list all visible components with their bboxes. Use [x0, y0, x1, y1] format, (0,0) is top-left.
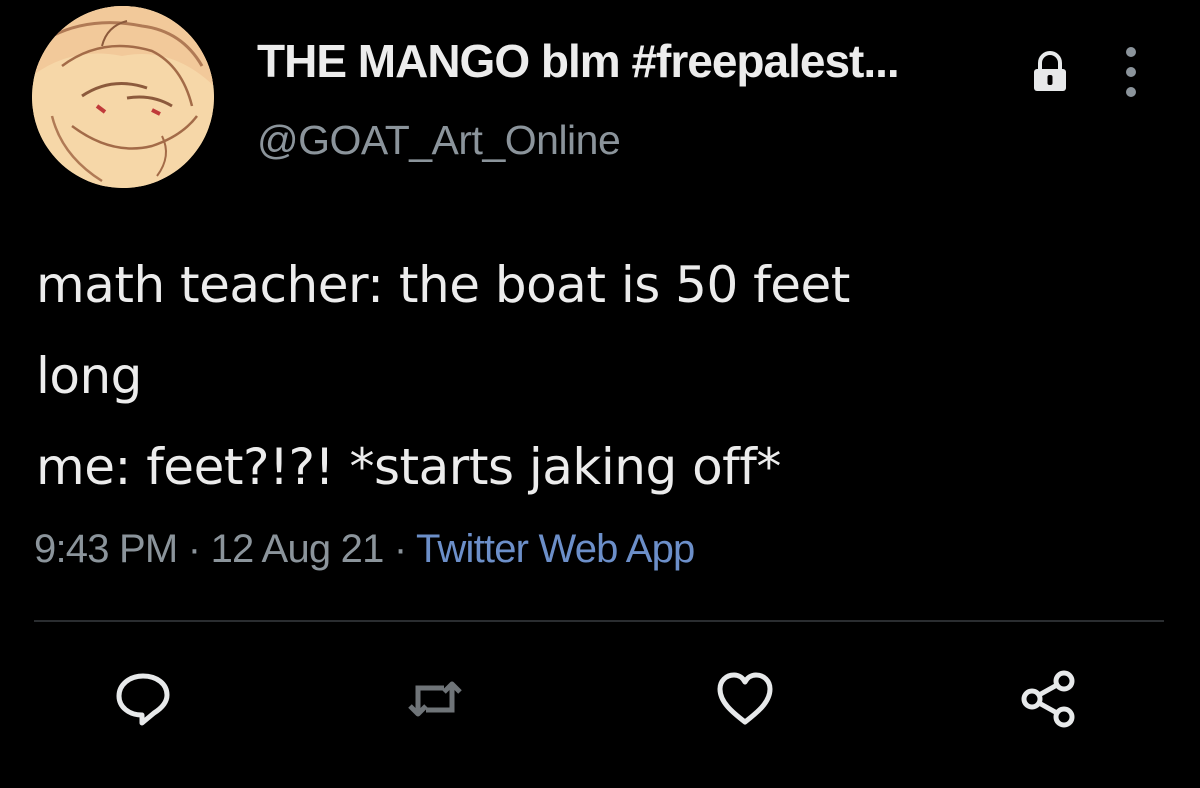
share-icon: [1021, 670, 1075, 728]
tweet-line: math teacher: the boat is 50 feet: [36, 256, 850, 314]
tweet-time[interactable]: 9:43 PM: [34, 527, 178, 571]
retweet-icon: [408, 681, 462, 717]
tweet-line: me: feet?!?! *starts jaking off*: [36, 438, 781, 496]
like-button[interactable]: [714, 668, 776, 730]
divider: [34, 620, 1164, 622]
reply-icon: [116, 673, 170, 726]
tweet-line: long: [36, 347, 142, 405]
share-button[interactable]: [1018, 668, 1080, 730]
tweet-metadata: 9:43 PM · 12 Aug 21 · Twitter Web App: [34, 527, 695, 572]
tweet-date[interactable]: 12 Aug 21: [211, 527, 385, 571]
more-options-icon[interactable]: [1118, 42, 1144, 102]
separator: ·: [187, 527, 201, 571]
tweet-source-link[interactable]: Twitter Web App: [416, 527, 695, 571]
lock-icon: [1028, 50, 1072, 94]
tweet-text: math teacher: the boat is 50 feet long m…: [36, 240, 1176, 513]
separator: ·: [393, 527, 407, 571]
display-name[interactable]: THE MANGO blm #freepalest...: [257, 34, 900, 88]
heart-icon: [717, 672, 773, 725]
retweet-button[interactable]: [404, 668, 466, 730]
reply-button[interactable]: [112, 668, 174, 730]
avatar[interactable]: [32, 6, 214, 188]
anime-avatar-icon: [32, 6, 214, 188]
user-handle[interactable]: @GOAT_Art_Online: [257, 117, 621, 164]
